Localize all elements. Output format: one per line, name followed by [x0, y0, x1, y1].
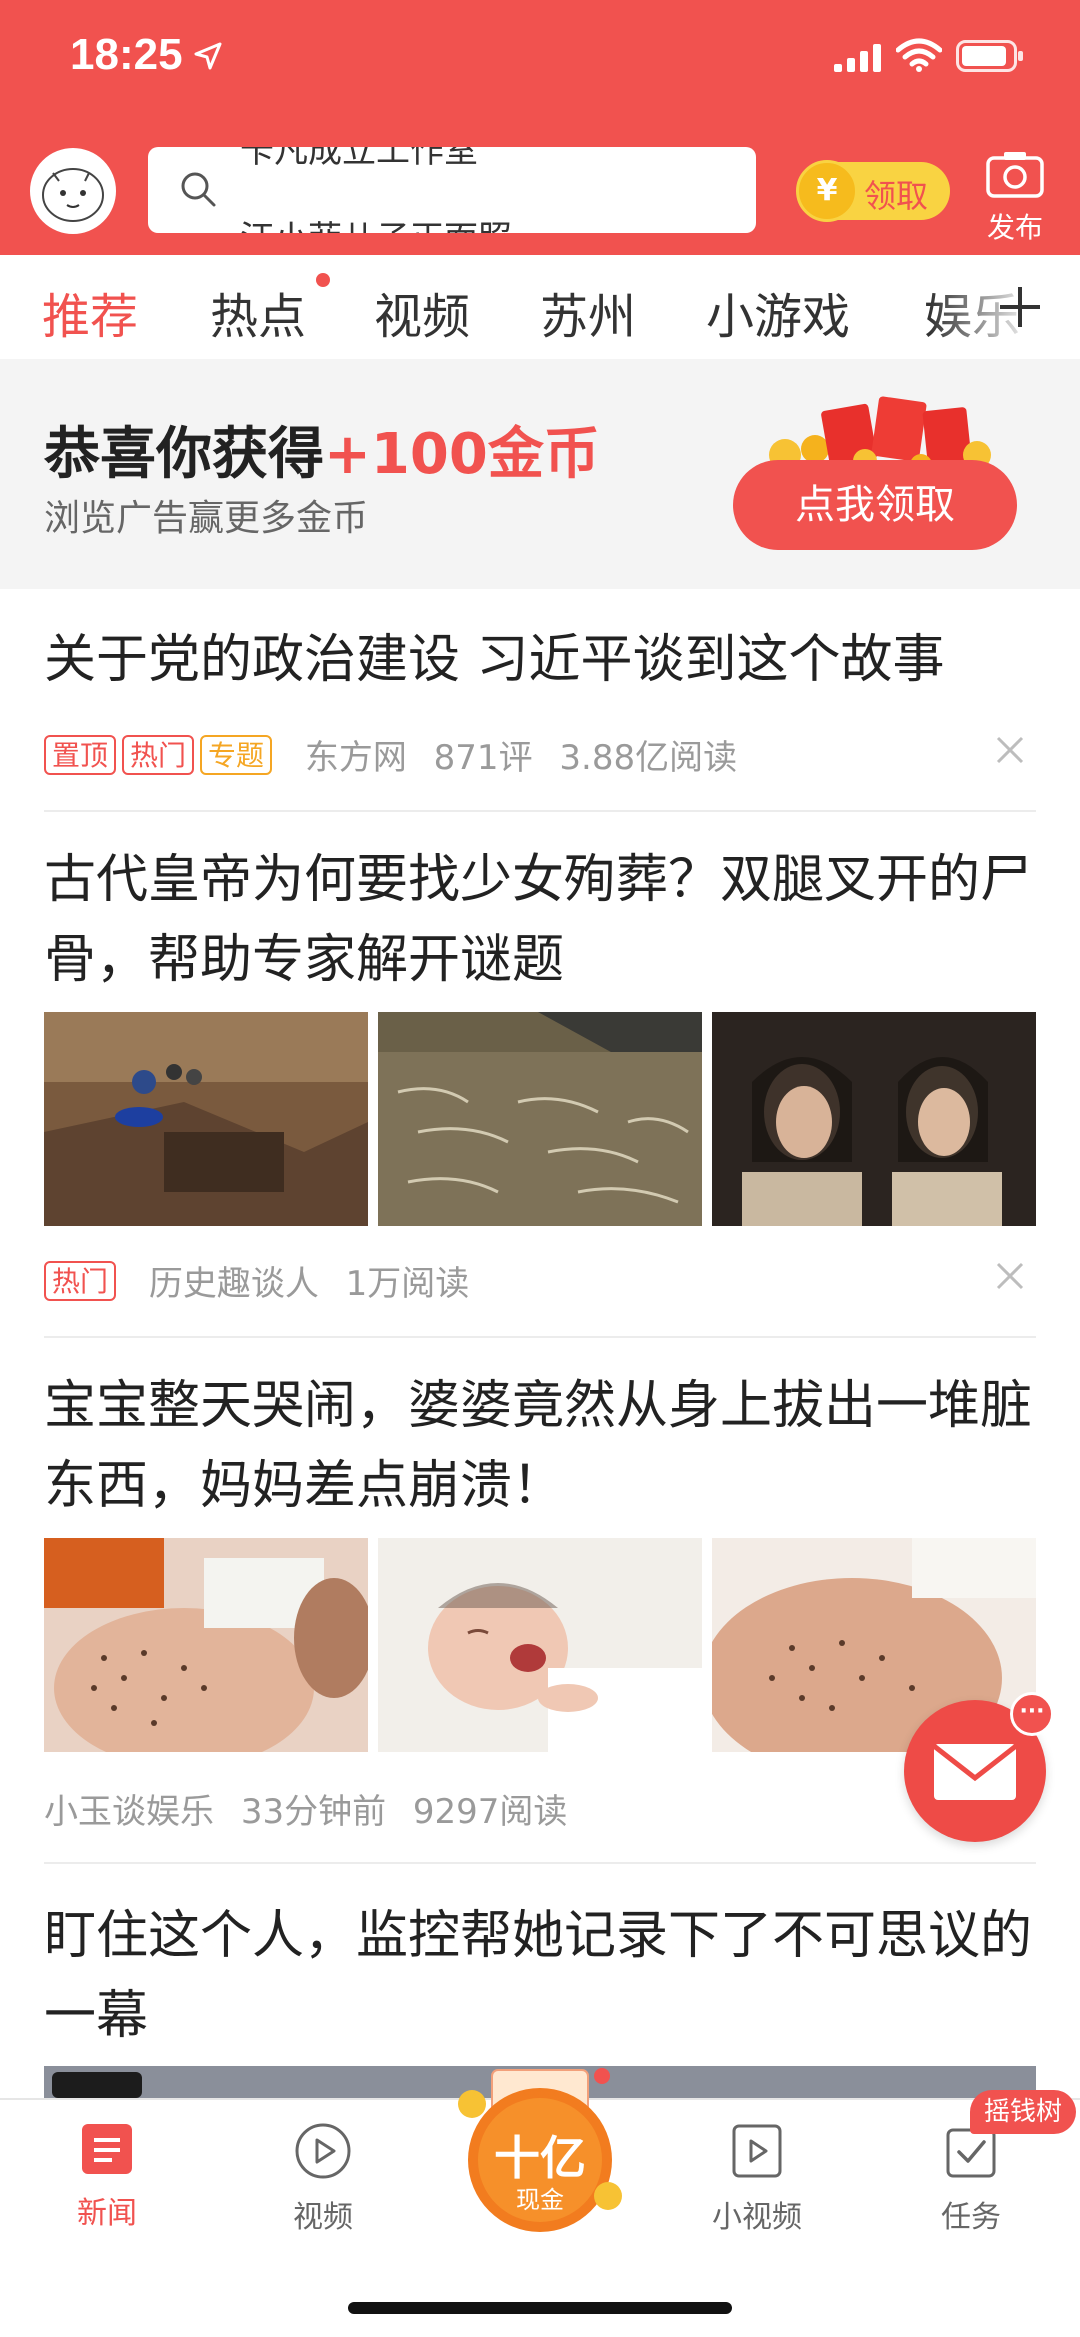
close-icon[interactable]	[996, 1262, 1024, 1290]
battery-icon	[956, 40, 1023, 72]
home-indicator	[348, 2302, 732, 2314]
news-meta-row: 置顶 热门 专题 东方网 871评 3.88亿阅读	[44, 726, 1036, 778]
news-reads: 9297阅读	[412, 1792, 568, 1832]
category-tabs: 推荐 热点 视频 苏州 小游戏 娱乐	[0, 255, 1080, 359]
thumbnail-skeleton-pit	[378, 1012, 702, 1226]
money-tree-badge[interactable]: 摇钱树	[970, 2090, 1077, 2134]
news-time: 33分钟前	[240, 1792, 387, 1832]
divider	[44, 810, 1036, 812]
nav-news[interactable]: 新闻	[32, 2122, 182, 2232]
tag-topic: 专题	[200, 734, 273, 775]
tag-hot: 热门	[122, 734, 195, 775]
avatar-cartoon-icon	[42, 168, 104, 222]
news-source: 东方网	[304, 738, 407, 778]
search-suggestion-roller: 卡凡成立工作室 汪小菲儿子正面照	[240, 147, 740, 233]
divider	[44, 1336, 1036, 1338]
nav-video[interactable]: 视频	[248, 2122, 398, 2236]
tab-suzhou[interactable]: 苏州	[540, 277, 636, 347]
news-source: 小玉谈娱乐	[44, 1792, 214, 1832]
search-suggestion: 汪小菲儿子正面照	[240, 211, 512, 233]
news-title[interactable]: 古代皇帝为何要找少女殉葬？双腿叉开的尸骨，帮助专家解开谜题	[44, 840, 1036, 1000]
tab-hot[interactable]: 热点	[210, 277, 306, 347]
cellular-signal-icon	[834, 44, 881, 72]
tab-recommend[interactable]: 推荐	[42, 277, 138, 347]
nav-video-label: 视频	[293, 2200, 353, 2235]
thumbnail-film-still	[712, 1012, 1036, 1226]
claim-reward-button[interactable]: 点我领取	[733, 460, 1017, 550]
banner-title-accent: +100金币	[324, 422, 600, 487]
claim-coin-label: 领取	[864, 177, 929, 215]
app-header: 18:25 卡凡成立工作室 汪小菲儿子	[0, 0, 1080, 255]
tab-video[interactable]: 视频	[374, 277, 470, 347]
close-icon[interactable]	[996, 736, 1024, 764]
wifi-icon	[896, 38, 942, 72]
publish-button[interactable]: 发布	[980, 150, 1050, 246]
news-comments: 871评	[433, 738, 533, 778]
banner-subtitle: 浏览广告赢更多金币	[44, 498, 369, 539]
nav-short-video[interactable]: 小视频	[682, 2122, 832, 2236]
news-thumbnails[interactable]	[44, 1538, 1036, 1752]
news-meta-row: 小玉谈娱乐 33分钟前 9297阅读	[44, 1780, 1036, 1832]
notification-badge: ···	[1010, 1692, 1054, 1736]
banner-title: 恭喜你获得+100金币	[44, 409, 600, 490]
hot-new-dot	[316, 273, 330, 287]
user-avatar[interactable]	[30, 148, 116, 234]
news-item[interactable]: 宝宝整天哭闹，婆婆竟然从身上拔出一堆脏东西，妈妈差点崩溃！	[44, 1366, 1036, 1526]
news-item[interactable]: 关于党的政治建设 习近平谈到这个故事	[44, 620, 1036, 700]
tab-mini-games[interactable]: 小游戏	[706, 277, 850, 347]
camera-icon	[986, 152, 1044, 198]
video-badge	[52, 2072, 142, 2098]
divider	[44, 1862, 1036, 1864]
billion-cash-button[interactable]: 十亿 现金	[452, 2064, 628, 2240]
news-thumbnails[interactable]	[44, 1012, 1036, 1226]
thumbnail-excavation	[44, 1012, 368, 1226]
news-item[interactable]: 盯住这个人，监控帮她记录下了不可思议的一幕	[44, 1896, 1036, 2056]
center-label: 十亿	[494, 2131, 586, 2185]
coin-icon: ¥	[796, 160, 858, 222]
status-time: 18:25	[70, 30, 183, 79]
search-suggestion: 卡凡成立工作室	[240, 147, 478, 171]
play-circle-icon	[295, 2123, 351, 2179]
banner-title-prefix: 恭喜你获得	[44, 422, 324, 487]
news-title[interactable]: 宝宝整天哭闹，婆婆竟然从身上拔出一堆脏东西，妈妈差点崩溃！	[44, 1366, 1036, 1526]
news-item[interactable]: 古代皇帝为何要找少女殉葬？双腿叉开的尸骨，帮助专家解开谜题	[44, 840, 1036, 1000]
news-source: 历史趣谈人	[148, 1264, 319, 1304]
news-title[interactable]: 关于党的政治建设 习近平谈到这个故事	[44, 620, 1036, 700]
tag-hot: 热门	[44, 1260, 117, 1301]
nav-tasks[interactable]: 任务	[896, 2122, 1046, 2236]
thumbnail-crying-baby	[378, 1538, 702, 1752]
search-icon	[181, 172, 216, 207]
news-icon	[82, 2124, 132, 2174]
news-meta-row: 热门 历史趣谈人 1万阅读	[44, 1252, 1036, 1304]
news-title[interactable]: 盯住这个人，监控帮她记录下了不可思议的一幕	[44, 1896, 1036, 2056]
thumbnail-baby-skin	[44, 1538, 368, 1752]
location-arrow-icon	[194, 42, 222, 70]
claim-coin-button[interactable]: ¥ 领取	[796, 160, 950, 222]
nav-news-label: 新闻	[77, 2196, 137, 2231]
news-reads: 1万阅读	[345, 1264, 470, 1304]
search-bar[interactable]: 卡凡成立工作室 汪小菲儿子正面照	[148, 147, 756, 233]
short-video-icon	[732, 2124, 782, 2178]
plus-icon[interactable]	[996, 283, 1044, 331]
coins-reward-banner: 恭喜你获得+100金币 浏览广告赢更多金币 点我领取	[0, 359, 1080, 589]
tag-pinned: 置顶	[44, 734, 117, 775]
nav-short-video-label: 小视频	[712, 2200, 802, 2235]
nav-tasks-label: 任务	[941, 2200, 1001, 2235]
center-sub: 现金	[516, 2186, 564, 2214]
publish-label: 发布	[986, 211, 1043, 244]
news-reads: 3.88亿阅读	[559, 738, 738, 778]
